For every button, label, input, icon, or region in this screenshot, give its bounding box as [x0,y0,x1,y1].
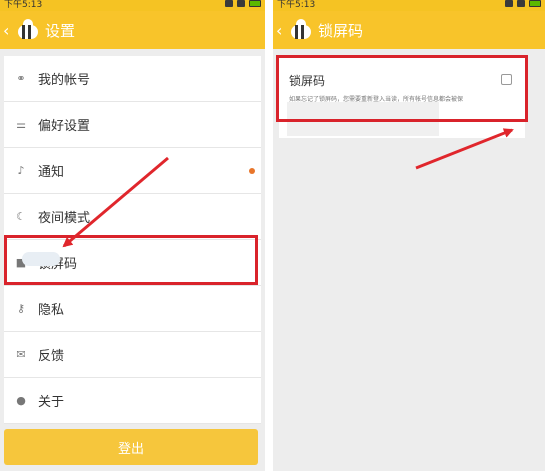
settings-item-feedback[interactable]: ✉ 反馈 [4,332,261,378]
sliders-icon: ⚌ [16,118,26,131]
screenshot-stage: 下午5:13 ‹ 设置 ⚭ 我的帐号 ⚌ 偏好设置 ♪ 通知 ☾ 夜间模式 ■ … [0,0,545,471]
status-bar: 下午5:13 [0,0,265,11]
settings-item-preferences[interactable]: ⚌ 偏好设置 [4,102,261,148]
page-title: 锁屏码 [318,21,364,40]
settings-item-label: 偏好设置 [38,119,91,134]
key-icon: ⚷ [16,302,26,315]
logout-button[interactable]: 登出 [4,429,258,465]
wifi-icon [517,0,525,7]
settings-item-label: 隐私 [38,303,65,318]
wifi-icon [237,0,245,7]
page-title: 设置 [45,21,76,40]
highlight-box-lock-code [4,235,258,285]
title-bar: ‹ 锁屏码 [273,11,545,49]
bee-logo-icon [16,19,40,41]
settings-item-about[interactable]: ● 关于 [4,378,261,424]
back-icon[interactable]: ‹ [276,21,288,40]
settings-item-account[interactable]: ⚭ 我的帐号 [4,56,261,102]
bell-icon: ♪ [17,164,25,177]
signal-icon [225,0,233,7]
settings-item-label: 我的帐号 [38,73,91,88]
info-icon: ● [16,394,26,407]
back-icon[interactable]: ‹ [3,21,15,40]
title-bar: ‹ 设置 [0,11,265,49]
signal-icon [505,0,513,7]
status-bar: 下午5:13 [273,0,545,11]
link-icon: ⚭ [16,72,26,85]
battery-icon [529,0,541,7]
settings-item-label: 夜间模式 [38,211,91,226]
battery-icon [249,0,261,7]
settings-item-label: 通知 [38,165,65,180]
status-time: 下午5:13 [4,0,43,10]
mail-icon: ✉ [16,348,26,361]
moon-icon: ☾ [16,210,26,223]
settings-item-privacy[interactable]: ⚷ 隐私 [4,286,261,332]
settings-item-label: 关于 [38,395,65,410]
settings-item-label: 反馈 [38,349,65,364]
highlight-box-setting [276,55,528,122]
status-time: 下午5:13 [277,0,316,10]
notification-dot [249,167,255,174]
bee-logo-icon [289,19,313,41]
settings-item-night-mode[interactable]: ☾ 夜间模式 [4,194,261,240]
settings-item-notifications[interactable]: ♪ 通知 [4,148,261,194]
